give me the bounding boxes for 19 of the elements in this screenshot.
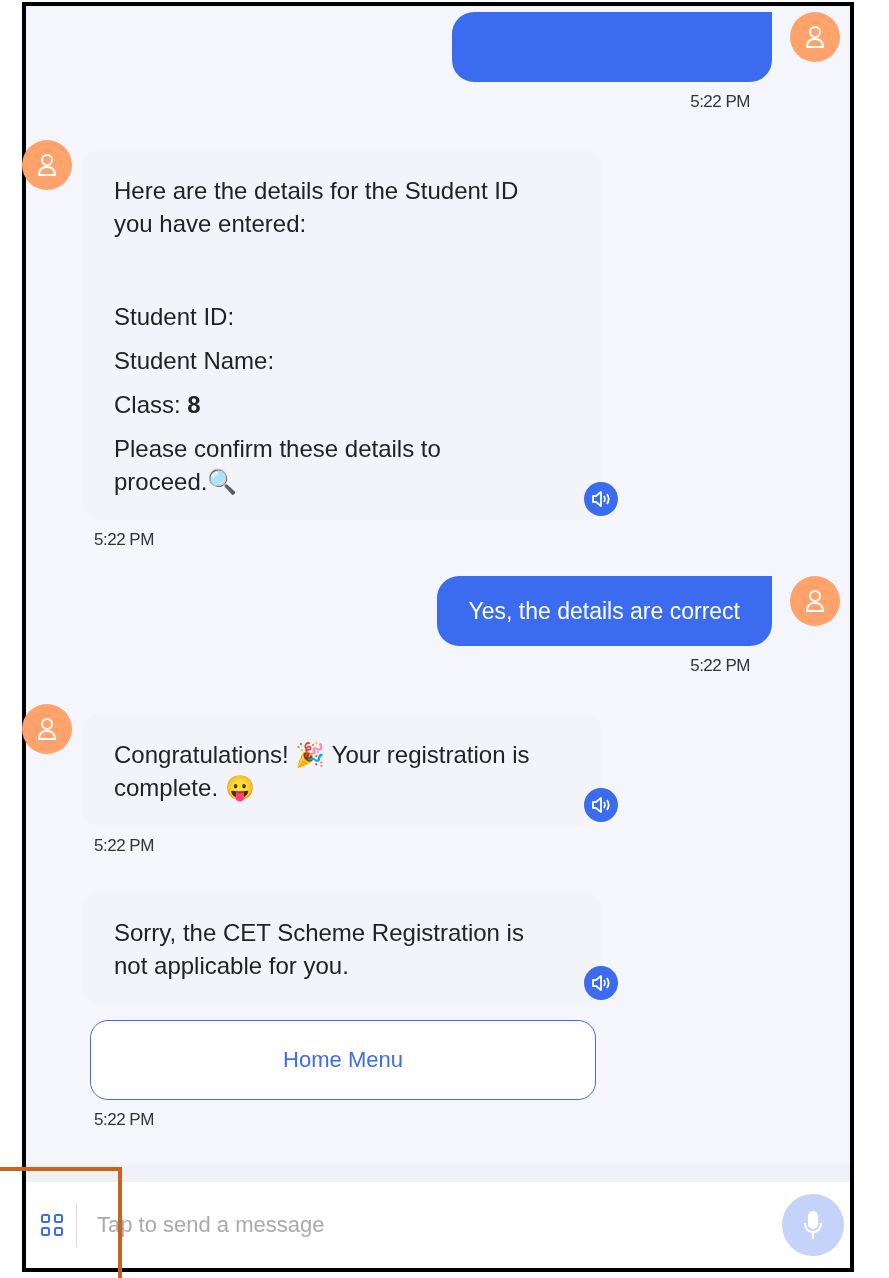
message-text: Student ID: — [114, 302, 236, 332]
home-menu-button[interactable]: Home Menu — [90, 1020, 596, 1100]
microphone-icon — [803, 1210, 823, 1240]
message-time: 5:22 PM — [94, 530, 155, 550]
message-time: 5:22 PM — [94, 836, 155, 856]
message-text: Class: 8 — [114, 390, 202, 420]
speaker-icon[interactable] — [584, 482, 618, 516]
message-bubble: Yes, the details are correct — [436, 576, 772, 646]
message-time: 5:22 PM — [690, 656, 750, 676]
message-time: 5:22 PM — [94, 1110, 155, 1130]
message-text: Here are the details for the Student ID you have entered: — [114, 176, 520, 239]
message-text: Student Name: — [114, 346, 276, 376]
message-text: Congratulations! 🎉 Your registration is complete. 😛 — [114, 740, 531, 804]
message-text: Sorry, the CET Scheme Registration is not applicable for you. — [114, 918, 525, 981]
speaker-icon[interactable] — [584, 788, 618, 822]
message-text: Please confirm these details to proceed.🔍 — [114, 434, 442, 497]
grid-menu-icon[interactable] — [40, 1213, 64, 1237]
message-time: 5:22 PM — [690, 92, 750, 112]
speaker-icon[interactable] — [584, 966, 618, 1000]
